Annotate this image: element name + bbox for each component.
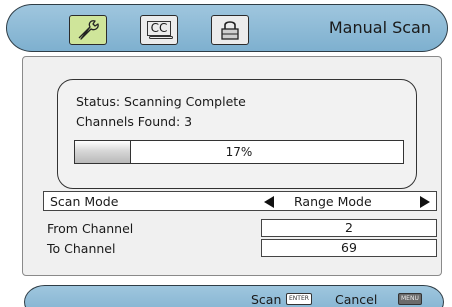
wrench-glyph [78,20,99,40]
cc-underline [149,36,173,39]
enter-key-icon[interactable]: ENTER [286,293,312,305]
scan-panel: Status: Scanning Complete Channels Found… [22,56,442,276]
scan-mode-value: Range Mode [294,194,372,209]
arrow-left-icon[interactable] [264,196,274,208]
menu-key-icon[interactable]: MENU [398,293,422,305]
setup-wrench-icon[interactable] [69,15,107,45]
cc-label: CC [146,20,172,36]
cancel-label[interactable]: Cancel [335,292,377,307]
lock-icon[interactable] [211,15,249,45]
from-channel-label: From Channel [47,221,134,236]
closed-caption-icon[interactable]: CC [140,15,178,45]
status-text: Status: Scanning Complete [76,94,246,109]
progress-label: 17% [225,145,253,159]
to-channel-field[interactable]: 69 [261,239,437,257]
header-bar: CC Manual Scan [6,4,448,52]
scan-progress-bar: 17% [74,140,404,164]
page-title: Manual Scan [328,18,431,37]
channels-found-text: Channels Found: 3 [76,114,193,129]
to-channel-label: To Channel [47,241,116,256]
scan-mode-label: Scan Mode [50,194,119,209]
footer-bar: Scan ENTER Cancel MENU [24,285,444,307]
scan-label[interactable]: Scan [251,292,281,307]
lock-glyph [221,21,239,40]
scan-mode-selector[interactable]: Scan Mode Range Mode [43,191,437,211]
arrow-right-icon[interactable] [420,196,430,208]
status-box: Status: Scanning Complete Channels Found… [57,79,417,189]
from-channel-field[interactable]: 2 [261,219,437,237]
